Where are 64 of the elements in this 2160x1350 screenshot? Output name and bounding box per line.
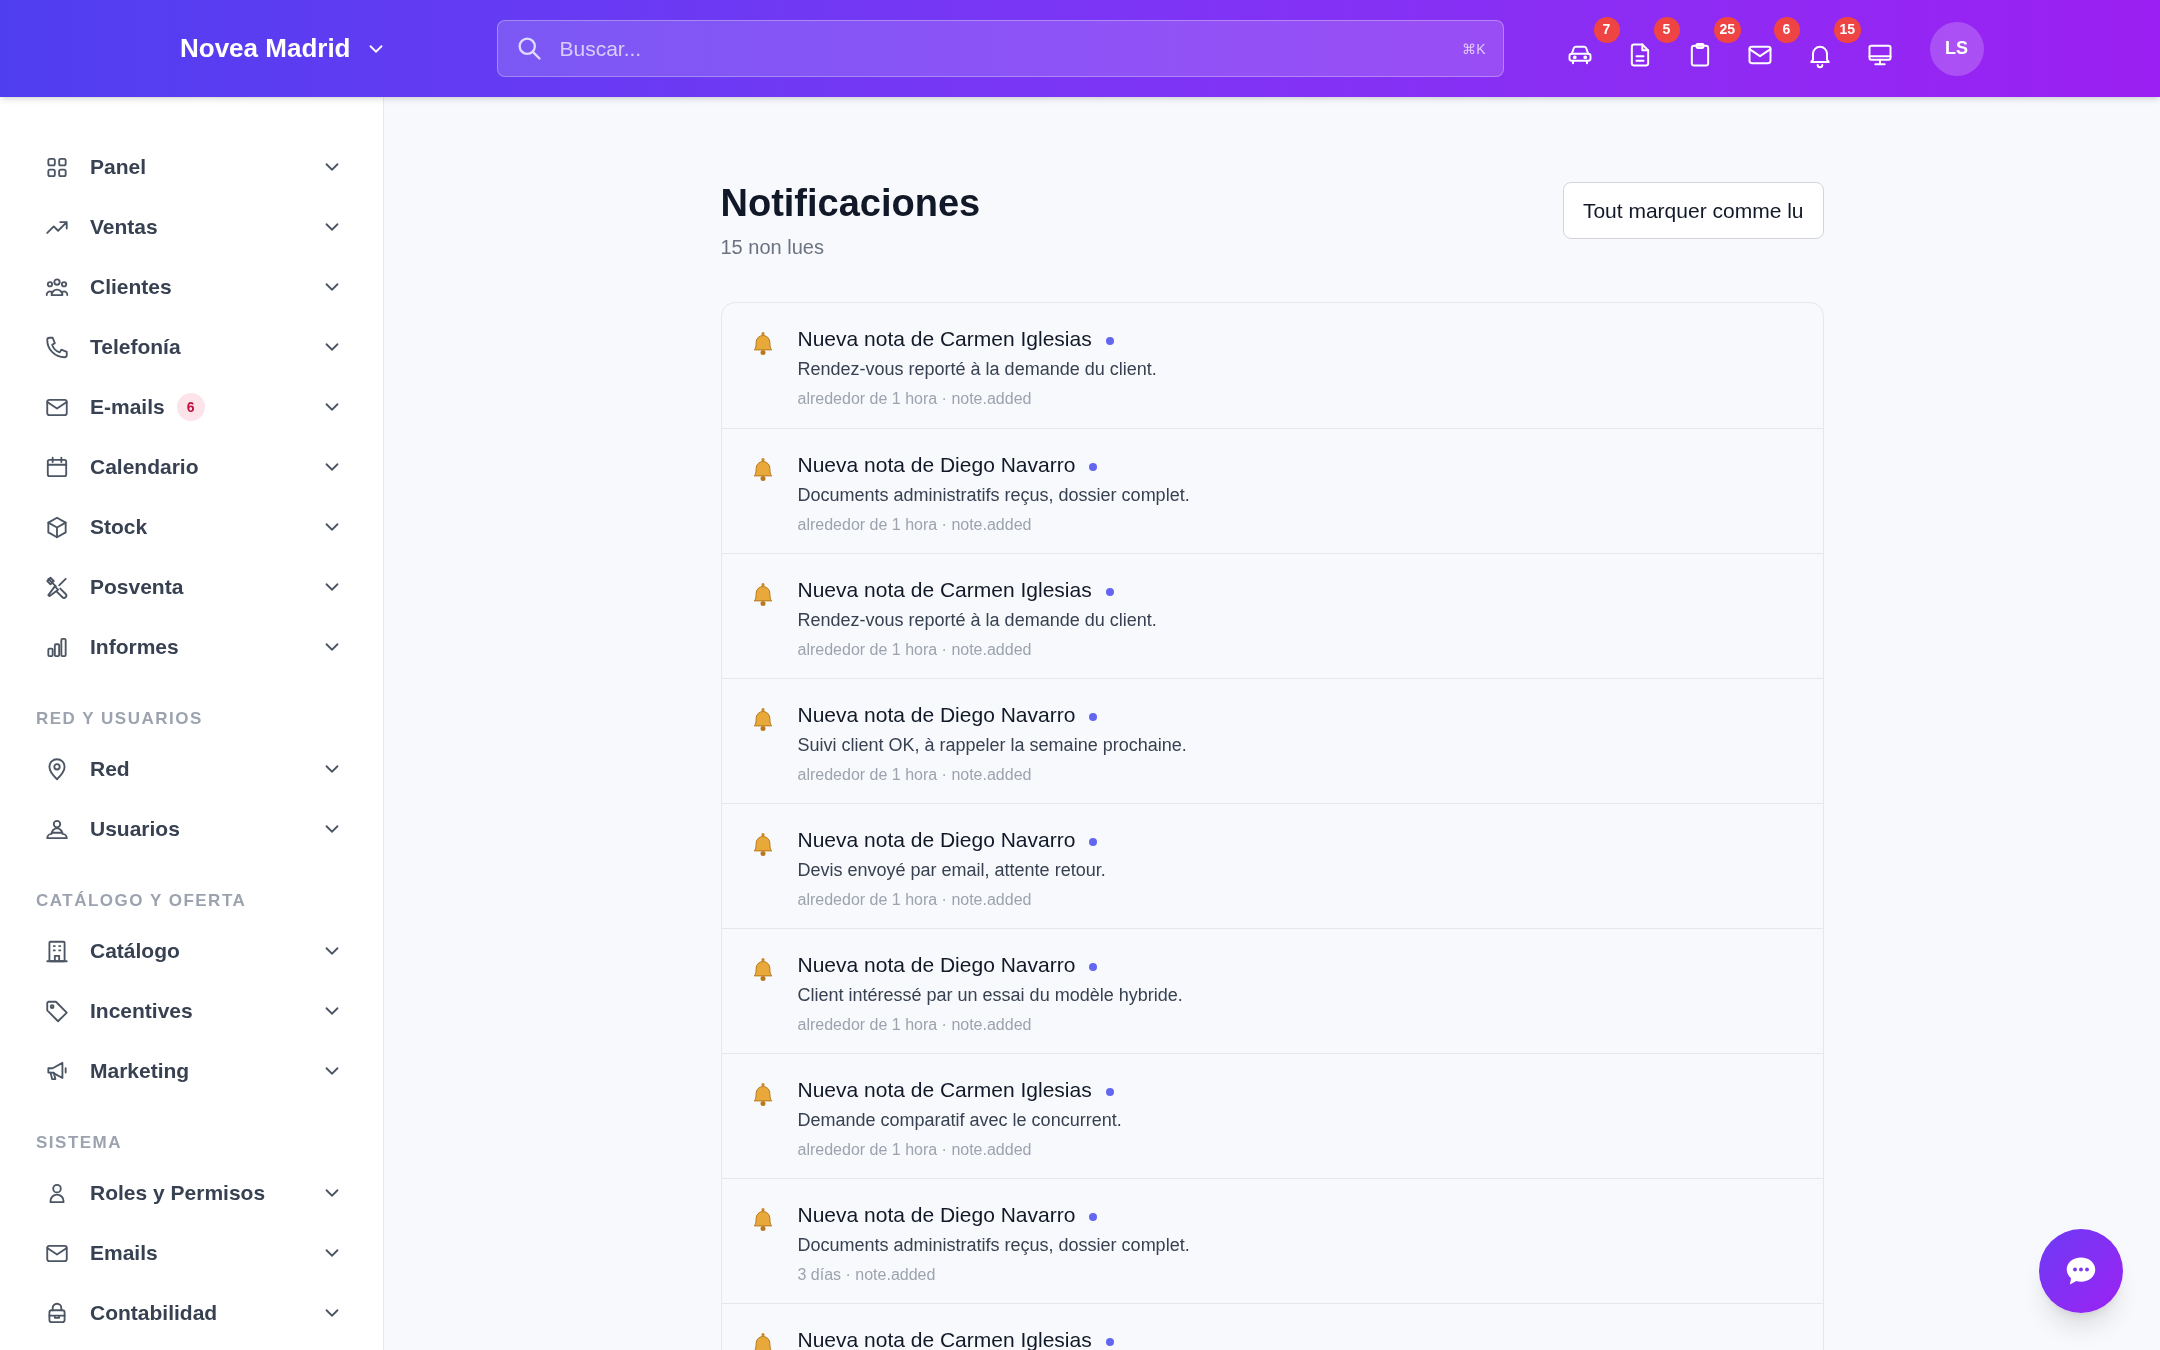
count-badge: 6 xyxy=(1773,16,1800,43)
sidebar-item[interactable]: Incentives xyxy=(0,981,383,1041)
notification-title: Nueva nota de Diego Navarro xyxy=(797,1202,1076,1228)
notification-title: Nueva nota de Carmen Iglesias xyxy=(797,326,1092,352)
notification-item[interactable]: Nueva nota de Diego Navarro Documents administratifs reçus, dossier complet. alrededor de 1 hora · note.added xyxy=(721,428,1823,553)
shortcut-hint: ⌘K xyxy=(1462,40,1486,59)
notification-meta: alrededor de 1 hora · note.added xyxy=(797,765,1033,785)
notification-item[interactable]: Nueva nota de Carmen Iglesias Rendez-vous reporté à la demande du client. alrededor de 1 hora · note.added xyxy=(721,553,1823,678)
sidebar-item[interactable]: Informes xyxy=(0,617,383,677)
sidebar-item[interactable]: Catálogo xyxy=(0,921,383,981)
notification-message: Rendez-vous reporté à la demande du client. xyxy=(797,609,1157,632)
count-badge: 5 xyxy=(1653,16,1680,43)
notification-message: Rendez-vous reporté à la demande du client. xyxy=(797,358,1157,381)
notification-meta: alrededor de 1 hora · note.added xyxy=(797,389,1033,409)
notification-message: Suivi client OK, à rappeler la semaine prochaine. xyxy=(797,734,1187,757)
sidebar-item[interactable]: Stock xyxy=(0,497,383,557)
sidebar-item[interactable]: Clientes xyxy=(0,257,383,317)
sidebar-item[interactable]: Panel xyxy=(0,137,383,197)
count-badge: 15 xyxy=(1833,16,1862,43)
sidebar-item[interactable]: Emails xyxy=(0,1223,383,1283)
user-avatar[interactable]: LS xyxy=(1929,21,1984,76)
sidebar-item[interactable]: Marketing xyxy=(0,1041,383,1101)
notification-item[interactable]: Nueva nota de Carmen Iglesias Demande comparatif avec le concurrent. alrededor de 1 hora · note.added xyxy=(721,1053,1823,1178)
unread-count: 15 non lues xyxy=(720,235,825,260)
count-badge: 25 xyxy=(1713,16,1742,43)
section-heading: RED Y USUARIOS xyxy=(36,708,203,731)
count-badge: 6 xyxy=(176,393,205,421)
notification-message: Documents administratifs reçus, dossier complet. xyxy=(797,484,1190,507)
notification-meta: 3 días · note.added xyxy=(797,1265,937,1285)
notification-item[interactable]: Nueva nota de Diego Navarro Client intéressé par un essai du modèle hybride. alrededor de 1 hora · note.added xyxy=(721,928,1823,1053)
notification-title: Nueva nota de Diego Navarro xyxy=(797,952,1076,978)
sidebar-item[interactable]: Posventa xyxy=(0,557,383,617)
notification-meta: alrededor de 1 hora · note.added xyxy=(797,515,1033,535)
notification-item[interactable]: Nueva nota de Diego Navarro Documents administratifs reçus, dossier complet. 3 días · note.added xyxy=(721,1178,1823,1303)
notification-item[interactable]: Nueva nota de Carmen Iglesias Rendez-vous reporté à la demande du client. alrededor de 1 hora · note.added xyxy=(721,303,1823,428)
sidebar-item[interactable]: Red xyxy=(0,739,383,799)
notification-title: Nueva nota de Carmen Iglesias xyxy=(797,577,1092,603)
notification-message: Devis envoyé par email, attente retour. xyxy=(797,859,1106,882)
sidebar-item[interactable]: E-mails 6 xyxy=(0,377,383,437)
notification-title: Nueva nota de Diego Navarro xyxy=(797,827,1076,853)
page-title: Notificaciones xyxy=(720,181,981,226)
notification-meta: alrededor de 1 hora · note.added xyxy=(797,1140,1033,1160)
section-heading: SISTEMA xyxy=(36,1132,123,1155)
notification-item[interactable]: Nueva nota de Diego Navarro Devis envoyé par email, attente retour. alrededor de 1 hora · note.added xyxy=(721,803,1823,928)
notification-message: Documents administratifs reçus, dossier complet. xyxy=(797,1234,1190,1257)
count-badge: 7 xyxy=(1593,16,1620,43)
notification-title: Nueva nota de Diego Navarro xyxy=(797,702,1076,728)
notification-meta: alrededor de 1 hora · note.added xyxy=(797,1015,1033,1035)
notification-message: Demande comparatif avec le concurrent. xyxy=(797,1109,1122,1132)
section-heading: CATÁLOGO Y OFERTA xyxy=(36,890,247,913)
mark-all-read-button[interactable]: Tout marquer comme lu xyxy=(1562,182,1824,239)
sidebar-item[interactable]: Usuarios xyxy=(0,799,383,859)
workspace-selector[interactable]: Novea Madrid xyxy=(180,29,387,68)
notification-item[interactable]: Nueva nota de Diego Navarro Suivi client OK, à rappeler la semaine prochaine. alrededor de 1 hora · note.added xyxy=(721,678,1823,803)
notification-message: Client intéressé par un essai du modèle hybride. xyxy=(797,984,1183,1007)
notification-meta: alrededor de 1 hora · note.added xyxy=(797,640,1033,660)
sidebar-item[interactable]: Telefonía xyxy=(0,317,383,377)
notification-meta: alrededor de 1 hora · note.added xyxy=(797,890,1033,910)
notification-title: Nueva nota de Carmen Iglesias xyxy=(797,1077,1092,1103)
notification-title: Nueva nota de Diego Navarro xyxy=(797,452,1076,478)
sidebar-item[interactable]: Ventas xyxy=(0,197,383,257)
sidebar-item[interactable]: Calendario xyxy=(0,437,383,497)
sidebar-item[interactable]: Roles y Permisos xyxy=(0,1163,383,1223)
sidebar-item[interactable]: Contabilidad xyxy=(0,1283,383,1343)
